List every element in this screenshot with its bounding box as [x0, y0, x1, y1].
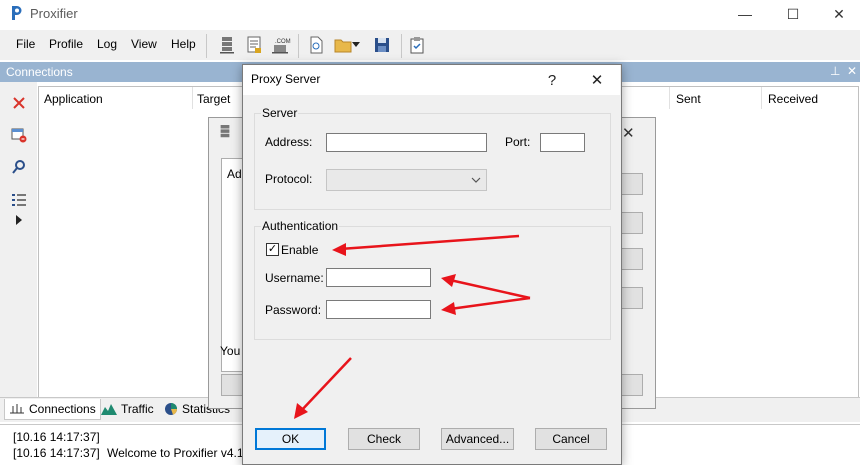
- arrowhead: [441, 302, 456, 315]
- annotation-arrow-enable: [339, 234, 520, 251]
- annotation-arrow-password: [449, 296, 531, 311]
- arrowhead: [441, 274, 456, 287]
- annotation-arrow-username: [449, 278, 531, 300]
- arrowhead: [332, 243, 346, 256]
- annotation-arrow-ok: [299, 357, 352, 413]
- annotation-arrows: [294, 234, 531, 419]
